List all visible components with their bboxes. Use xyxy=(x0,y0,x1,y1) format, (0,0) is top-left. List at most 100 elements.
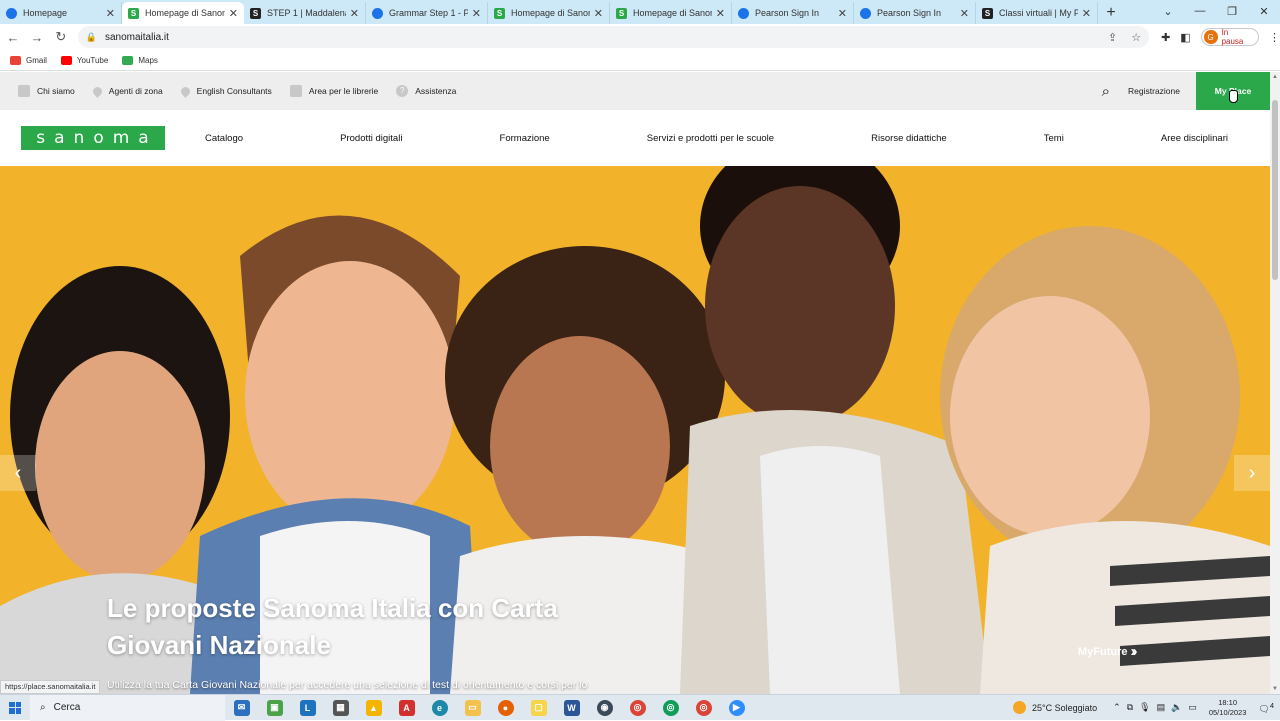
notifications-icon[interactable]: 🗨4 xyxy=(1258,701,1274,715)
carousel-next-button[interactable]: › xyxy=(1234,455,1270,491)
browser-tab[interactable]: SSTEP 1 | Maddalena F✕ xyxy=(244,2,366,24)
tab-search-icon[interactable]: ⌄ xyxy=(1152,0,1184,22)
close-tab-icon[interactable]: ✕ xyxy=(106,7,115,20)
menu-catalogo[interactable]: Catalogo xyxy=(205,133,243,144)
close-tab-icon[interactable]: ✕ xyxy=(229,7,238,20)
taskbar-app-chrome-1[interactable]: ◎ xyxy=(621,695,654,721)
new-tab-button[interactable]: + xyxy=(1098,2,1124,24)
close-tab-icon[interactable]: ✕ xyxy=(594,7,603,20)
browser-tab-active[interactable]: SHomepage di Sanoma✕ xyxy=(122,2,244,24)
sanoma-favicon-icon: S xyxy=(616,7,627,19)
scroll-down-icon[interactable]: ▼ xyxy=(1270,684,1280,694)
close-tab-icon[interactable]: ✕ xyxy=(1082,7,1091,20)
menu-temi[interactable]: Temi xyxy=(1044,133,1064,144)
minimize-icon[interactable]: — xyxy=(1184,0,1216,22)
system-tray: 25°C Soleggiato ⌃ ⧉ 🎙 ▤ 🔈 ▭ 18:10 05/10/2… xyxy=(1013,698,1280,718)
taskbar-app-zoom[interactable]: ▶ xyxy=(720,695,753,721)
menu-servizi-scuole[interactable]: Servizi e prodotti per le scuole xyxy=(647,133,774,144)
volume-icon[interactable]: 🔈 xyxy=(1171,702,1182,713)
bookmarks-bar: Gmail YouTube Maps xyxy=(0,50,1280,71)
taskbar-app-firefox[interactable]: ● xyxy=(489,695,522,721)
browser-tab[interactable]: Homepage ✕ xyxy=(0,2,122,24)
reload-icon[interactable]: ↻ xyxy=(50,26,72,48)
bookmark-youtube[interactable]: YouTube xyxy=(60,55,108,65)
menu-icon[interactable]: ⋮ xyxy=(1269,31,1280,44)
back-icon[interactable]: ← xyxy=(2,26,24,48)
youtube-icon xyxy=(60,55,72,65)
clock[interactable]: 18:10 05/10/2023 xyxy=(1209,698,1247,718)
url-text: sanomaitalia.it xyxy=(104,31,169,43)
browser-tab[interactable]: Grammar Step 1 - Pe ✕ xyxy=(366,2,488,24)
battery-icon[interactable]: ▭ xyxy=(1188,702,1197,713)
bookmark-gmail[interactable]: Gmail xyxy=(10,55,47,65)
close-tab-icon[interactable]: ✕ xyxy=(472,7,481,20)
scrollbar-thumb[interactable] xyxy=(1272,100,1278,280)
network-icon[interactable]: ▤ xyxy=(1157,702,1166,713)
page-scrollbar[interactable]: ▲ ▼ xyxy=(1270,72,1280,694)
main-nav: sanoma Catalogo Prodotti digitali Formaz… xyxy=(0,110,1270,166)
forward-icon[interactable]: → xyxy=(26,26,48,48)
pin-icon xyxy=(90,84,104,98)
sticky-notes-icon: ▢ xyxy=(530,699,547,716)
taskbar-app-recorder[interactable]: ◉ xyxy=(588,695,621,721)
profile-button[interactable]: G In pausa xyxy=(1200,28,1259,46)
taskbar-app-chrome-3[interactable]: ◎ xyxy=(687,695,720,721)
address-bar-row: ← → ↻ 🔒 sanomaitalia.it ⇪ ☆ ✚ ◧ G In pausa… xyxy=(0,24,1280,50)
taskbar-app-acrobat[interactable]: A xyxy=(390,695,423,721)
close-window-icon[interactable]: ✕ xyxy=(1248,0,1280,22)
url-input[interactable]: 🔒 sanomaitalia.it ⇪ ☆ xyxy=(77,26,1150,48)
close-tab-icon[interactable]: ✕ xyxy=(838,7,847,20)
restore-icon[interactable]: ❐ xyxy=(1216,0,1248,22)
menu-aree-disciplinari[interactable]: Aree disciplinari xyxy=(1161,133,1228,144)
browser-tab[interactable]: Pearson Sign In ✕ xyxy=(732,2,854,24)
nav-chi-siamo[interactable]: Chi siamo xyxy=(18,85,75,97)
nav-english-consultants[interactable]: English Consultants xyxy=(178,84,272,98)
start-button[interactable] xyxy=(0,695,30,721)
taskbar-app-drive[interactable]: ▲ xyxy=(357,695,390,721)
hero-banner[interactable]: ‹ › Le proposte Sanoma Italia con Carta … xyxy=(0,166,1270,694)
taskbar-app-mail[interactable]: ✉ xyxy=(225,695,258,721)
microphone-icon[interactable]: 🎙 xyxy=(1139,702,1150,713)
my-place-button[interactable]: My Place xyxy=(1196,72,1270,110)
nav-agenti-di-zona[interactable]: Agenti di zona xyxy=(90,84,163,98)
share-icon[interactable]: ⇪ xyxy=(1108,31,1117,44)
close-tab-icon[interactable]: ✕ xyxy=(716,7,725,20)
search-icon[interactable]: ⌕ xyxy=(1102,83,1110,100)
nav-area-librerie[interactable]: Area per le librerie xyxy=(289,85,378,97)
firefox-icon: ● xyxy=(497,699,514,716)
extensions-icon[interactable]: ✚ xyxy=(1161,31,1170,44)
menu-prodotti-digitali[interactable]: Prodotti digitali xyxy=(340,133,402,144)
globe-icon xyxy=(372,7,383,19)
browser-tab[interactable]: SHomepage di Sanoma✕ xyxy=(610,2,732,24)
browser-tab[interactable]: S Classi virtuali | My Pl ✕ xyxy=(976,2,1098,24)
taskbar-app-explorer[interactable]: ▭ xyxy=(456,695,489,721)
taskbar-search[interactable]: ⌕ Cerca xyxy=(30,694,225,721)
close-tab-icon[interactable]: ✕ xyxy=(960,7,969,20)
registration-link[interactable]: Registrazione xyxy=(1128,86,1180,96)
bookmark-star-icon[interactable]: ☆ xyxy=(1131,31,1141,44)
bookmark-maps[interactable]: Maps xyxy=(122,55,158,65)
side-panel-icon[interactable]: ◧ xyxy=(1180,31,1190,44)
taskbar-app-word[interactable]: W xyxy=(555,695,588,721)
taskbar-app-calculator[interactable]: ▦ xyxy=(324,695,357,721)
taskbar-app-l[interactable]: L xyxy=(291,695,324,721)
taskbar-app-photos[interactable]: ▣ xyxy=(258,695,291,721)
scroll-up-icon[interactable]: ▲ xyxy=(1270,72,1280,82)
browser-tab[interactable]: Pearson Sign In ✕ xyxy=(854,2,976,24)
edge-icon: e xyxy=(431,699,448,716)
nav-assistenza[interactable]: ? Assistenza xyxy=(396,85,456,97)
browser-tab[interactable]: SHomepage di Sanoma✕ xyxy=(488,2,610,24)
carousel-prev-button[interactable]: ‹ xyxy=(0,455,36,491)
globe-icon xyxy=(860,7,871,19)
close-tab-icon[interactable]: ✕ xyxy=(350,7,359,20)
menu-risorse-didattiche[interactable]: Risorse didattiche xyxy=(871,133,947,144)
taskbar-app-edge[interactable]: e xyxy=(423,695,456,721)
tray-app-icon[interactable]: ⧉ xyxy=(1127,702,1133,713)
sanoma-logo[interactable]: sanoma xyxy=(21,126,165,150)
menu-formazione[interactable]: Formazione xyxy=(500,133,550,144)
taskbar-app-sticky[interactable]: ▢ xyxy=(522,695,555,721)
lock-icon[interactable]: 🔒 xyxy=(86,32,97,43)
taskbar-app-chrome-2[interactable]: ◎ xyxy=(654,695,687,721)
weather-widget[interactable]: 25°C Soleggiato xyxy=(1013,701,1097,714)
tray-chevron-icon[interactable]: ⌃ xyxy=(1113,702,1121,713)
